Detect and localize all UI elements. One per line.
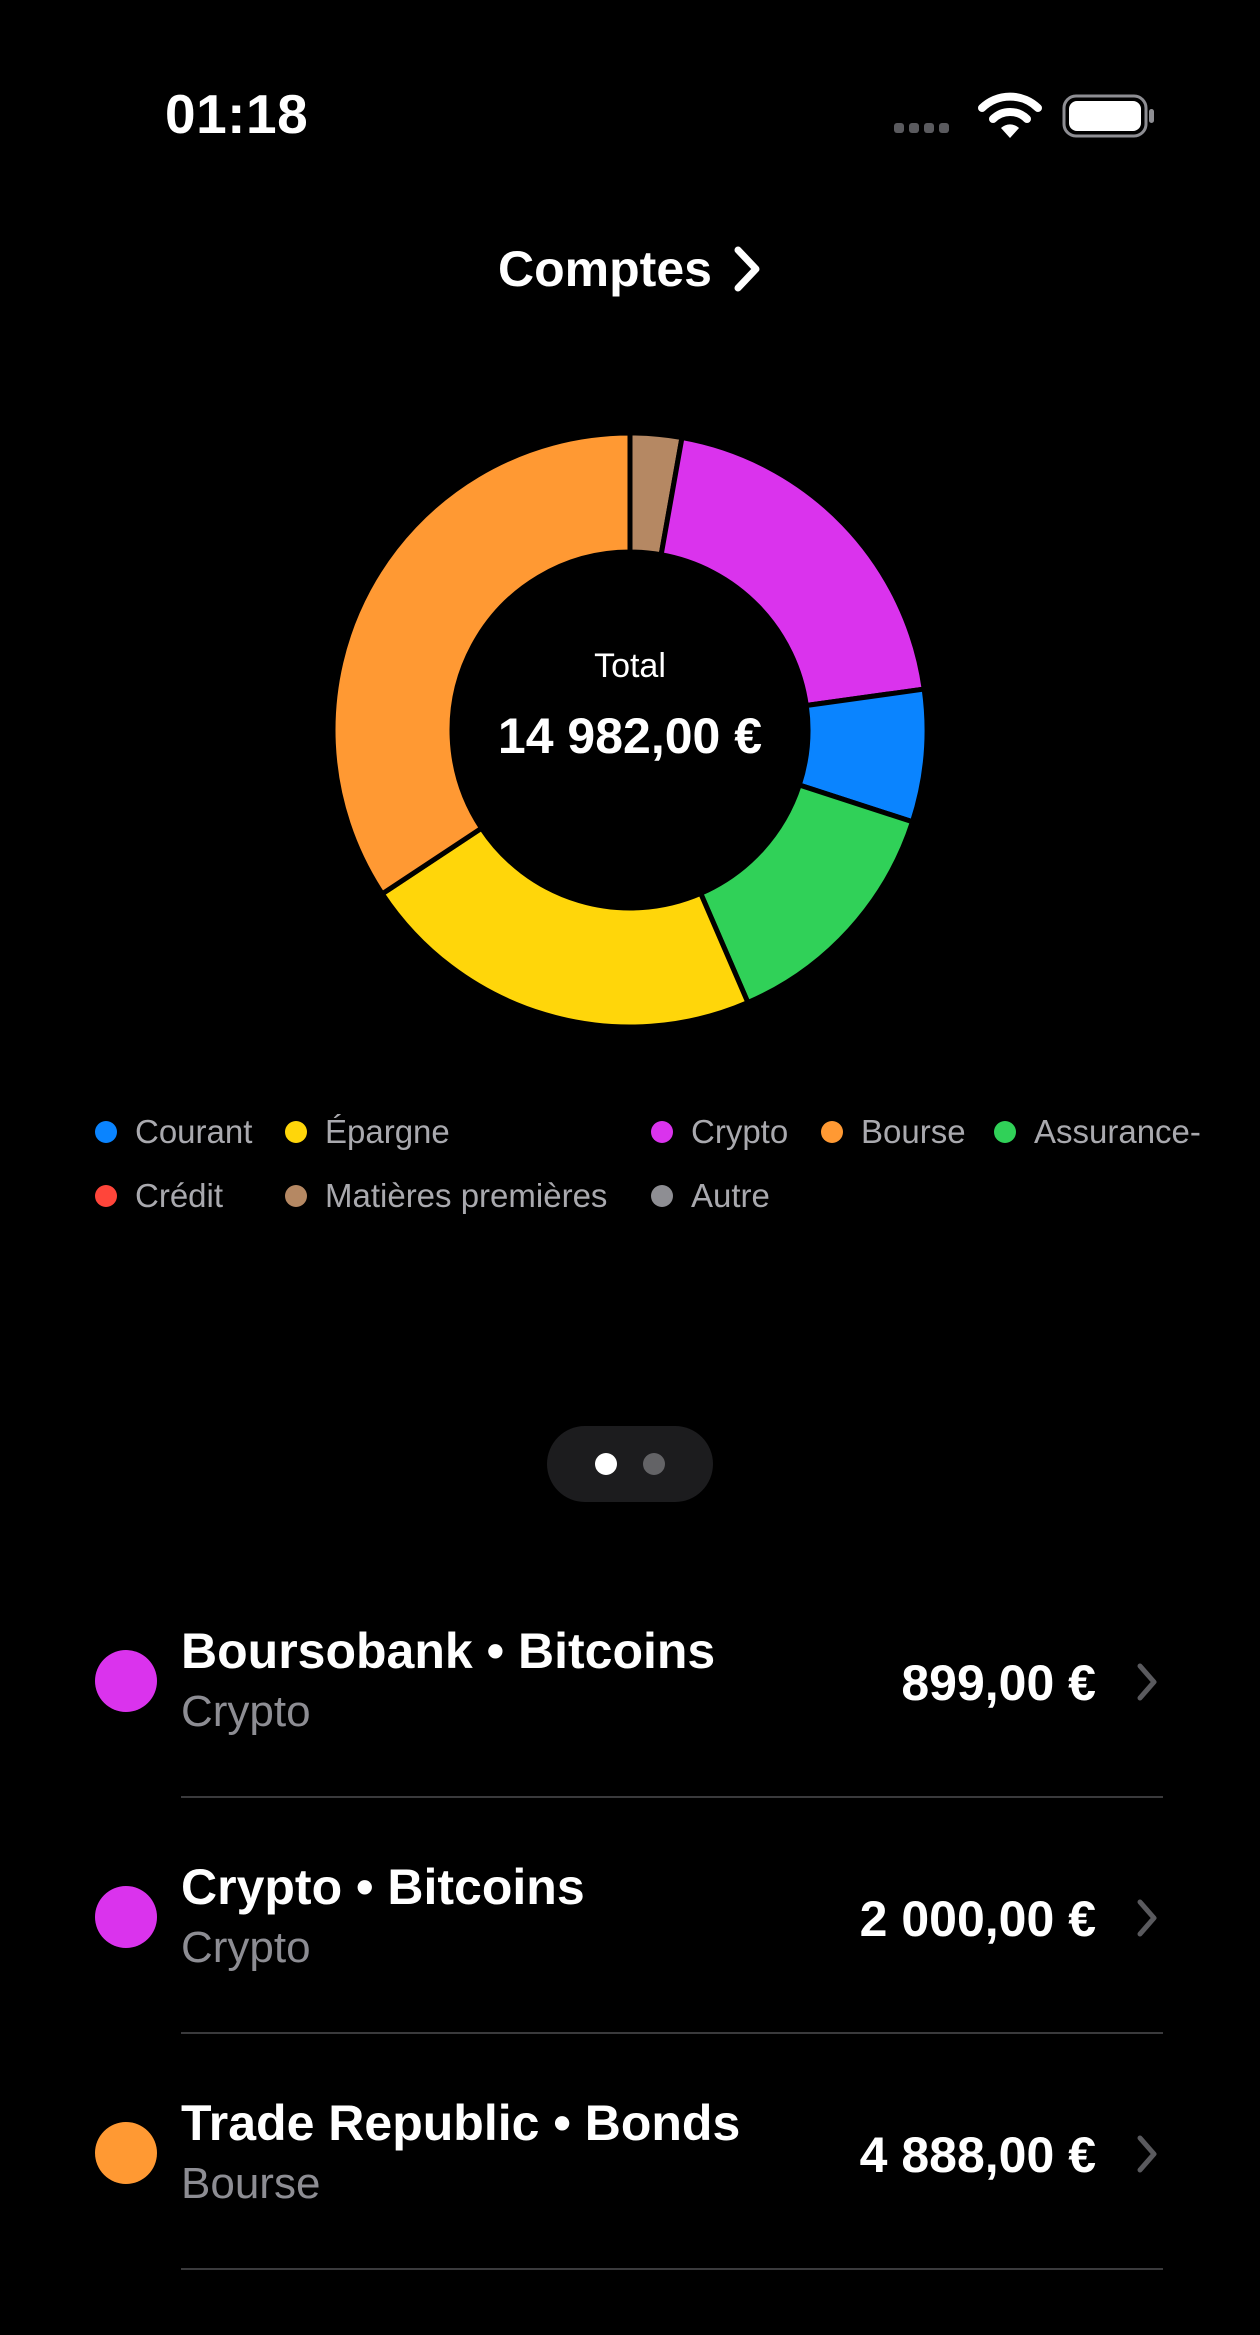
- chart-total-label: Total: [594, 647, 666, 685]
- account-amount: 4 888,00 €: [859, 2127, 1096, 2183]
- account-color-dot: [95, 1886, 157, 1948]
- battery-icon: [1062, 94, 1154, 138]
- chevron-right-icon: [734, 246, 760, 292]
- account-type: Crypto: [181, 1923, 311, 1972]
- legend-dot: [285, 1185, 307, 1207]
- chevron-right-icon: [1137, 2135, 1157, 2173]
- account-name: Boursobank • Bitcoins: [181, 1623, 716, 1679]
- legend-dot: [95, 1185, 117, 1207]
- legend-item-bourse: Bourse: [821, 1113, 966, 1151]
- wifi-icon: [978, 92, 1042, 138]
- chevron-right-icon: [1137, 1899, 1157, 1937]
- legend-label: Crédit: [135, 1177, 224, 1214]
- legend-label: Crypto: [691, 1113, 789, 1150]
- legend-item-courant: Courant: [95, 1113, 252, 1151]
- legend-item-epargne: Épargne: [285, 1113, 450, 1151]
- page-dot[interactable]: [643, 1453, 665, 1475]
- legend-label: Assurance-: [1034, 1113, 1201, 1150]
- row-separator: [181, 2268, 1163, 2270]
- legend-label: Autre: [691, 1177, 770, 1214]
- account-row[interactable]: Boursobank • Bitcoins Crypto 899,00 €: [0, 1562, 1260, 1798]
- legend-dot: [821, 1121, 843, 1143]
- legend-label: Courant: [135, 1113, 253, 1150]
- legend-label: Matières premières: [325, 1177, 608, 1214]
- account-color-dot: [95, 2122, 157, 2184]
- legend-dot: [285, 1121, 307, 1143]
- allocation-donut-chart: Total 14 982,00 €: [330, 430, 930, 1030]
- account-type: Crypto: [181, 1687, 311, 1736]
- legend-item-credit: Crédit: [95, 1177, 223, 1215]
- legend-item-matieres-premieres: Matières premières: [285, 1177, 607, 1215]
- account-name: Trade Republic • Bonds: [181, 2095, 741, 2151]
- donut-slice-1: [658, 435, 927, 708]
- legend-label: Épargne: [325, 1113, 450, 1150]
- account-type: Bourse: [181, 2159, 321, 2208]
- chevron-right-icon: [1137, 1663, 1157, 1701]
- account-color-dot: [95, 1650, 157, 1712]
- legend-dot: [651, 1121, 673, 1143]
- legend-item-autre: Autre: [651, 1177, 770, 1215]
- chart-total-value: 14 982,00 €: [498, 708, 762, 764]
- accounts-header-link[interactable]: Comptes: [0, 240, 1260, 298]
- page-dot-active[interactable]: [595, 1453, 617, 1475]
- legend-item-assurance: Assurance-: [994, 1113, 1201, 1151]
- legend-dot: [651, 1185, 673, 1207]
- legend-item-crypto: Crypto: [651, 1113, 788, 1151]
- legend-dot: [95, 1121, 117, 1143]
- account-name: Crypto • Bitcoins: [181, 1859, 585, 1915]
- account-row[interactable]: Crypto • Bitcoins Crypto 2 000,00 €: [0, 1798, 1260, 2034]
- status-time: 01:18: [165, 83, 309, 145]
- account-amount: 899,00 €: [901, 1655, 1096, 1711]
- legend-dot: [994, 1121, 1016, 1143]
- page-title: Comptes: [498, 241, 712, 297]
- account-row[interactable]: Trade Republic • Bonds Bourse 4 888,00 €: [0, 2034, 1260, 2270]
- page-indicator[interactable]: [547, 1426, 713, 1502]
- donut-slice-5: [330, 430, 633, 897]
- legend-label: Bourse: [861, 1113, 966, 1150]
- account-amount: 2 000,00 €: [859, 1891, 1096, 1947]
